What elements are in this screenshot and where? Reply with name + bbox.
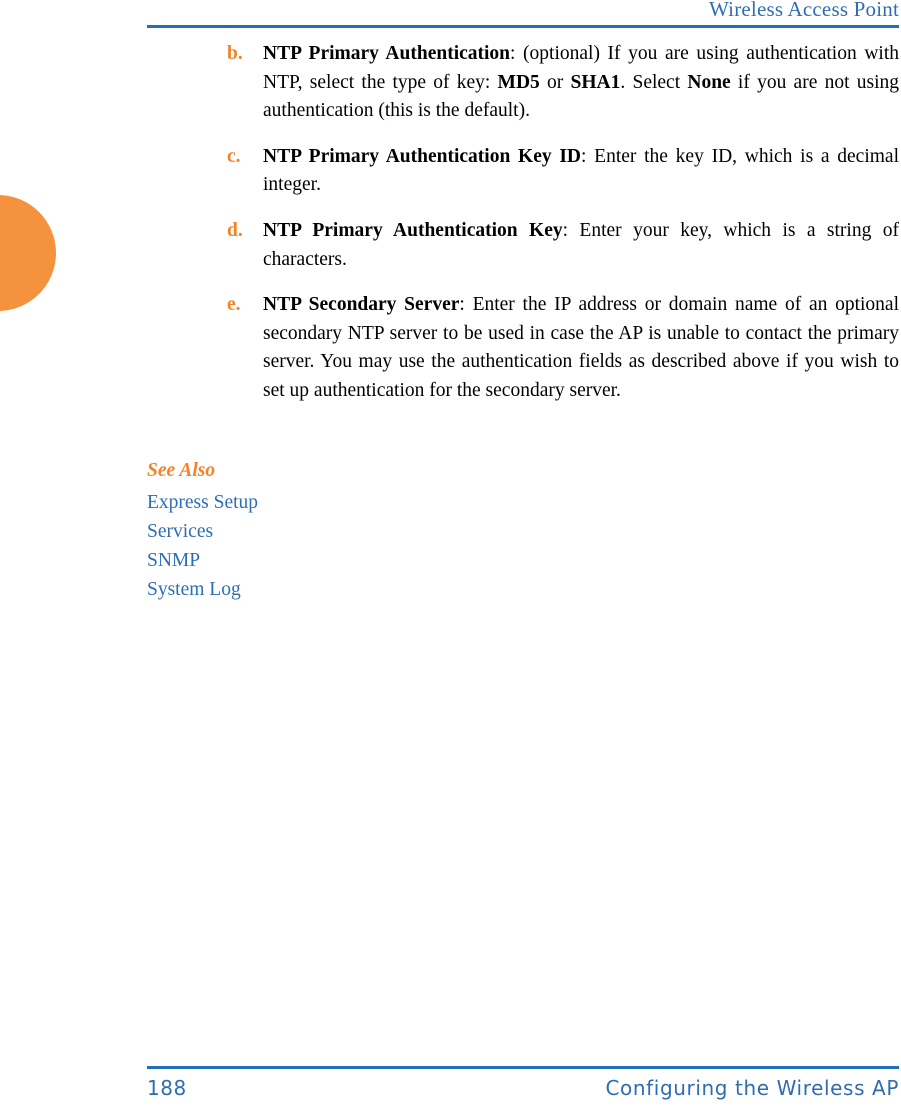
- list-item: b. NTP Primary Authentication: (optional)…: [147, 40, 899, 126]
- page-header-title: Wireless Access Point: [709, 0, 899, 21]
- see-also-section: See Also Express Setup Services SNMP Sys…: [147, 458, 547, 604]
- see-also-link-snmp[interactable]: SNMP: [147, 546, 547, 575]
- list-item-bold-sha1: SHA1: [570, 71, 621, 93]
- page-footer: 188 Configuring the Wireless AP: [147, 1066, 899, 1106]
- header-divider-rule: [147, 25, 899, 28]
- page-header: Wireless Access Point: [147, 0, 899, 30]
- list-marker-b: b.: [227, 43, 243, 64]
- list-marker-c: c.: [227, 145, 241, 167]
- list-item-bold-none: None: [687, 71, 731, 93]
- page-body: b. NTP Primary Authentication: (optional)…: [147, 40, 899, 406]
- list-item-bold-md5: MD5: [497, 71, 540, 93]
- list-item-term: NTP Primary Authentication Key: [263, 219, 563, 241]
- edge-thumb-tab-decoration: [0, 195, 56, 311]
- footer-divider-rule: [147, 1066, 899, 1069]
- list-item-term: NTP Primary Authentication: [263, 43, 511, 64]
- list-item: e. NTP Secondary Server: Enter the IP add…: [147, 291, 899, 405]
- see-also-heading: See Also: [147, 460, 216, 481]
- list-item-term: NTP Secondary Server: [263, 294, 460, 316]
- list-marker-d: d.: [227, 219, 243, 241]
- list-marker-e: e.: [227, 294, 241, 316]
- list-item: c. NTP Primary Authentication Key ID: Ent…: [147, 143, 899, 200]
- list-item: d. NTP Primary Authentication Key: Enter …: [147, 217, 899, 274]
- see-also-link-system-log[interactable]: System Log: [147, 575, 547, 604]
- list-item-text: or: [539, 71, 571, 93]
- see-also-link-services[interactable]: Services: [147, 517, 547, 546]
- list-item-text: . Select: [620, 71, 688, 93]
- page-footer-section-title: Configuring the Wireless AP: [605, 1076, 899, 1100]
- list-item-term: NTP Primary Authentication Key ID: [263, 145, 582, 167]
- page-number: 188: [147, 1076, 187, 1100]
- see-also-link-express-setup[interactable]: Express Setup: [147, 488, 547, 517]
